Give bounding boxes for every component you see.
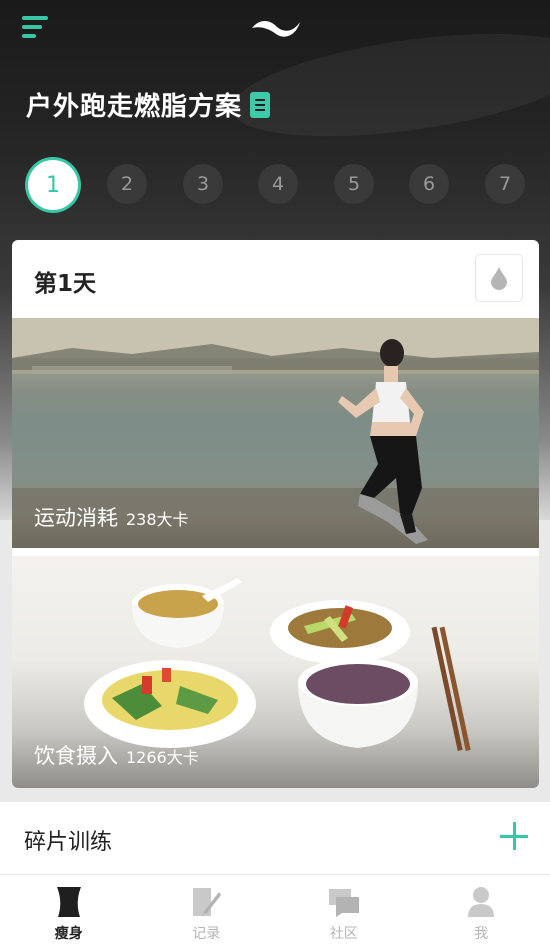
fragment-training-title: 碎片训练 [24, 830, 113, 855]
day-button-4[interactable]: 4 [258, 164, 298, 204]
exercise-label: 运动消耗 238大卡 [34, 502, 189, 532]
tab-bar: 瘦身 记录 社区 我 [0, 874, 550, 947]
document-icon[interactable] [250, 91, 271, 118]
tab-me[interactable]: 我 [413, 875, 550, 947]
diet-photo[interactable]: 饮食摄入 1266大卡 [12, 556, 539, 788]
tab-slim[interactable]: 瘦身 [0, 875, 138, 947]
day-button-1[interactable]: 1 [28, 160, 78, 210]
diet-calories: 1266大卡 [126, 748, 199, 767]
plus-icon[interactable] [496, 818, 532, 854]
tab-slim-label: 瘦身 [54, 926, 83, 942]
tab-me-label: 我 [474, 926, 489, 942]
diet-label: 饮食摄入 1266大卡 [34, 740, 199, 770]
day-button-5[interactable]: 5 [334, 164, 374, 204]
fragment-training-row[interactable]: 碎片训练 [0, 802, 550, 874]
tab-record-label: 记录 [192, 926, 221, 942]
day-button-2[interactable]: 2 [107, 164, 147, 204]
plan-title-text: 户外跑走燃脂方案 [26, 92, 243, 122]
day-title: 第1天 [34, 271, 97, 297]
notebook-icon [190, 885, 222, 919]
diet-label-text: 饮食摄入 [34, 744, 118, 768]
day-selector: 1 2 3 4 5 6 7 [28, 160, 528, 210]
water-drop-icon [491, 267, 507, 290]
user-icon [465, 885, 497, 919]
tab-community-label: 社区 [329, 926, 358, 942]
day-card: 第1天 运动消耗 238大卡 饮食摄入 1266大卡 [12, 240, 539, 788]
chat-bubbles-icon [328, 885, 360, 919]
water-button[interactable] [475, 254, 523, 302]
plan-title[interactable]: 户外跑走燃脂方案 [26, 86, 271, 123]
exercise-calories: 238大卡 [126, 510, 189, 529]
body-shape-icon [53, 885, 85, 919]
tab-community[interactable]: 社区 [275, 875, 413, 947]
day-button-7[interactable]: 7 [485, 164, 525, 204]
menu-button[interactable] [22, 16, 50, 42]
day-card-header: 第1天 [12, 240, 539, 318]
exercise-label-text: 运动消耗 [34, 506, 118, 530]
exercise-photo[interactable]: 运动消耗 238大卡 [12, 318, 539, 548]
tab-record[interactable]: 记录 [138, 875, 276, 947]
day-button-6[interactable]: 6 [409, 164, 449, 204]
hamburger-menu-icon [22, 16, 48, 20]
wave-logo-icon [252, 21, 300, 37]
day-button-3[interactable]: 3 [183, 164, 223, 204]
